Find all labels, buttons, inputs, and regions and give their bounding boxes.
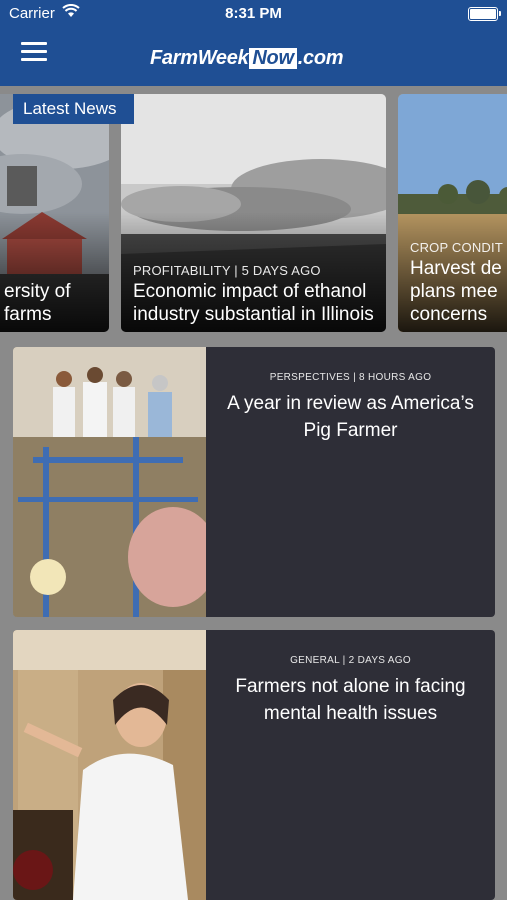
carousel-slide[interactable]: ersity of farms	[0, 94, 109, 332]
article-title: Farmers not alone in facing mental healt…	[235, 676, 466, 724]
article-meta: PERSPECTIVES | 8 HOURS AGO	[269, 372, 432, 383]
status-bar: Carrier 8:31 PM	[0, 0, 507, 28]
article-meta: GENERAL | 2 DAYS AGO	[290, 655, 411, 666]
latest-news-carousel[interactable]: ersity of farms PROFITABILITY | 5 DAYS A…	[0, 94, 507, 332]
slide-category: PROFITABILITY | 5 DAYS AGO	[133, 263, 321, 278]
slide-title: Economic impact of ethanol industry subs…	[133, 281, 374, 325]
carousel-slide[interactable]: CROP CONDIT Harvest de plans mee concern…	[398, 94, 507, 332]
slide-title: ersity of farms	[4, 281, 71, 325]
article-title: A year in review as America’s Pig Farmer	[227, 393, 474, 441]
article-thumbnail	[13, 630, 206, 900]
app-header: Carrier 8:31 PM FarmWeek Now .com	[0, 0, 507, 86]
logo-text-now: Now	[249, 47, 297, 69]
menu-icon[interactable]	[21, 42, 47, 62]
app-logo: FarmWeek Now .com	[150, 45, 344, 71]
article-thumbnail	[13, 347, 206, 617]
battery-icon	[468, 7, 501, 21]
clock: 8:31 PM	[225, 5, 282, 22]
slide-category: CROP CONDIT	[410, 240, 503, 255]
logo-text-farmweek: FarmWeek	[150, 46, 249, 69]
carousel-slide[interactable]: PROFITABILITY | 5 DAYS AGO Economic impa…	[121, 94, 386, 332]
article-card[interactable]: PERSPECTIVES | 8 HOURS AGO A year in rev…	[13, 347, 495, 617]
logo-text-com: .com	[297, 46, 344, 69]
article-card[interactable]: GENERAL | 2 DAYS AGO Farmers not alone i…	[13, 630, 495, 900]
latest-news-badge: Latest News	[13, 94, 134, 124]
slide-title: Harvest de plans mee concerns	[410, 258, 502, 325]
